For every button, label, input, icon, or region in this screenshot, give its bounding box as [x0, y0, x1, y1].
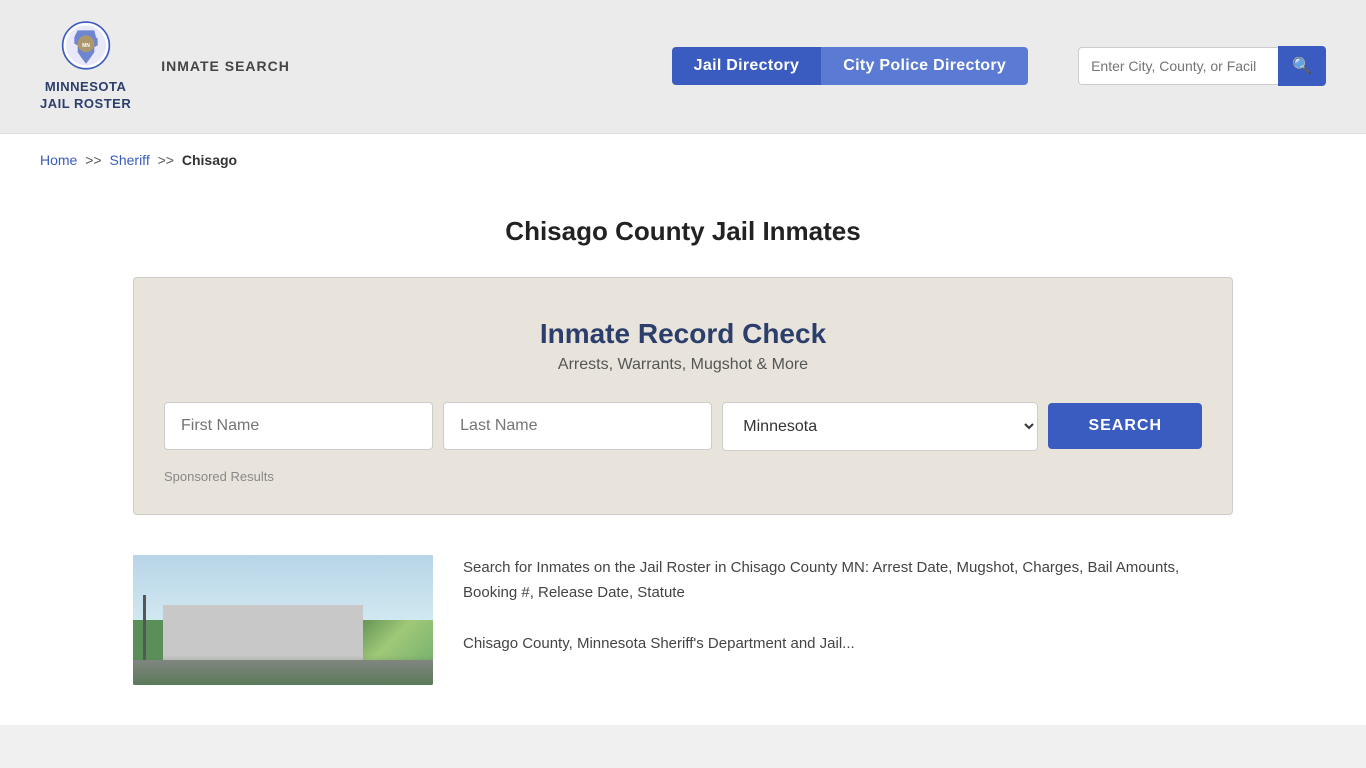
breadcrumb: Home >> Sheriff >> Chisago	[0, 134, 1366, 186]
breadcrumb-sheriff[interactable]: Sheriff	[110, 152, 150, 168]
header: MN MINNESOTA JAIL ROSTER INMATE SEARCH J…	[0, 0, 1366, 134]
header-search-input[interactable]	[1078, 47, 1278, 85]
sponsored-results-label: Sponsored Results	[164, 469, 1202, 484]
record-search-button[interactable]: SEARCH	[1048, 403, 1202, 449]
bottom-section: Search for Inmates on the Jail Roster in…	[133, 555, 1233, 685]
breadcrumb-sep2: >>	[158, 152, 174, 168]
breadcrumb-home[interactable]: Home	[40, 152, 77, 168]
search-icon: 🔍	[1292, 58, 1312, 75]
logo-area: MN MINNESOTA JAIL ROSTER	[40, 20, 131, 113]
breadcrumb-current: Chisago	[182, 152, 237, 168]
header-search-button[interactable]: 🔍	[1278, 46, 1326, 86]
page-title: Chisago County Jail Inmates	[40, 216, 1326, 247]
record-check-subtitle: Arrests, Warrants, Mugshot & More	[164, 356, 1202, 374]
main-content: Chisago County Jail Inmates Inmate Recor…	[0, 186, 1366, 725]
first-name-input[interactable]	[164, 402, 433, 450]
svg-text:MN: MN	[82, 43, 90, 49]
state-select[interactable]: AlabamaAlaskaArizonaArkansasCaliforniaCo…	[722, 402, 1038, 451]
city-police-directory-button[interactable]: City Police Directory	[821, 47, 1028, 85]
logo-text: MINNESOTA JAIL ROSTER	[40, 79, 131, 113]
record-check-title: Inmate Record Check	[164, 318, 1202, 350]
last-name-input[interactable]	[443, 402, 712, 450]
header-search-bar: 🔍	[1078, 46, 1326, 86]
description-text: Search for Inmates on the Jail Roster in…	[463, 555, 1233, 685]
mn-logo-icon: MN	[61, 20, 111, 75]
breadcrumb-sep1: >>	[85, 152, 101, 168]
nav-buttons: Jail Directory City Police Directory	[672, 47, 1028, 85]
inmate-search-form: AlabamaAlaskaArizonaArkansasCaliforniaCo…	[164, 402, 1202, 451]
inmate-search-link[interactable]: INMATE SEARCH	[161, 58, 290, 74]
facility-image	[133, 555, 433, 685]
jail-directory-button[interactable]: Jail Directory	[672, 47, 822, 85]
record-check-box: Inmate Record Check Arrests, Warrants, M…	[133, 277, 1233, 515]
